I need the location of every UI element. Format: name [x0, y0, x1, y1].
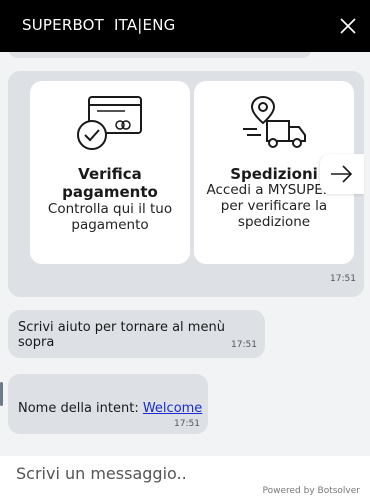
powered-by-text: Powered by Botsolver — [262, 486, 361, 496]
card-check-icon — [30, 95, 190, 153]
message-text: Scrivi aiuto per tornare al menù sopra — [18, 320, 225, 350]
close-icon[interactable] — [340, 18, 356, 34]
chat-header: SUPERBOT ITA|ENG — [0, 0, 370, 52]
message-time: 17:51 — [231, 340, 257, 350]
card-carousel: Verifica pagamento Controlla qui il tuo … — [8, 71, 364, 297]
card-verifica-pagamento[interactable]: Verifica pagamento Controlla qui il tuo … — [30, 81, 190, 264]
bot-message: Nome della intent: Welcome 17:51 — [8, 374, 208, 434]
card-description: Controlla qui il tuo pagamento — [47, 201, 173, 233]
message-input[interactable] — [16, 462, 346, 484]
arrow-right-icon — [331, 165, 353, 183]
scroll-indicator[interactable] — [0, 382, 3, 406]
bot-message: Scrivi aiuto per tornare al menù sopra 1… — [8, 310, 265, 358]
message-time: 17:51 — [174, 419, 200, 429]
chat-area[interactable]: Verifica pagamento Controlla qui il tuo … — [0, 52, 370, 456]
previous-message-bubble — [8, 52, 312, 58]
header-title: SUPERBOT — [22, 16, 105, 34]
intent-link[interactable]: Welcome — [143, 401, 202, 416]
carousel-next-button[interactable] — [320, 154, 364, 194]
message-input-bar: Powered by Botsolver — [0, 456, 370, 503]
language-toggle[interactable]: ITA|ENG — [114, 16, 175, 34]
message-time: 17:51 — [330, 274, 356, 284]
intent-label: Nome della intent: — [18, 401, 143, 416]
delivery-truck-icon — [194, 95, 354, 153]
card-title: Verifica pagamento — [62, 165, 158, 201]
message-text: Nome della intent: Welcome — [18, 401, 202, 416]
